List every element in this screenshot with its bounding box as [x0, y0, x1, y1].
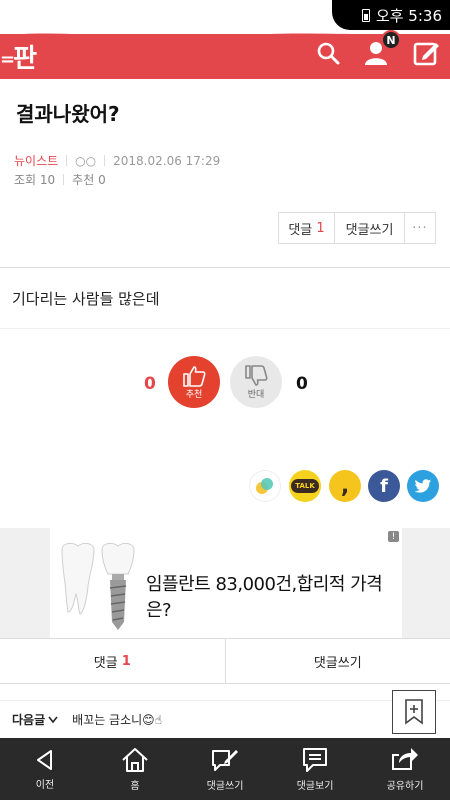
nav-view-comments-label: 댓글보기 [296, 780, 334, 792]
comments-tab[interactable]: 댓글 1 [0, 639, 226, 683]
notification-badge: N [381, 30, 401, 50]
downvote-count: 0 [296, 374, 308, 394]
downvote-button[interactable]: 반대 [230, 356, 282, 408]
back-icon [37, 749, 52, 770]
compose-icon[interactable] [411, 38, 441, 68]
divider [66, 155, 68, 166]
post-nickname: ○○ [75, 153, 97, 168]
bookmark-add-icon [405, 699, 423, 725]
comments-button-label: 댓글 [288, 222, 313, 238]
thumbs-down-icon [245, 364, 268, 386]
post-title: 결과나왔어? [16, 102, 120, 126]
kakaotalk-label: TALK [291, 479, 319, 493]
post-stats: 조회 10 추천 0 [14, 171, 106, 188]
upvote-button[interactable]: 추천 [168, 356, 220, 408]
downvote-label: 반대 [247, 389, 265, 400]
ad-headline: 임플란트 83,000건,합리적 가격은? [146, 574, 383, 621]
comments-button[interactable]: 댓글 1 [279, 213, 335, 243]
chevron-down-icon [48, 716, 58, 723]
nav-write-comment-label: 댓글쓰기 [206, 780, 244, 792]
nav-view-comments[interactable]: 댓글보기 [270, 738, 360, 800]
next-post-title: 배꼬는 금소니😊☝ [72, 713, 162, 727]
nav-home-label: 홈 [130, 780, 140, 792]
comments-tab-label: 댓글 [93, 655, 118, 671]
next-post-label: 다음글 [12, 713, 46, 727]
app-logo[interactable]: =판 [0, 38, 37, 75]
facebook-icon[interactable]: f [368, 470, 400, 502]
dental-implant-icon [61, 542, 135, 630]
post-datetime: 2018.02.06 17:29 [113, 153, 221, 168]
nav-share-label: 공유하기 [386, 780, 424, 792]
comment-bar: 댓글 1 댓글쓰기 [0, 638, 450, 684]
nav-write-comment[interactable]: 댓글쓰기 [180, 738, 270, 800]
post-meta: 뉴이스트 ○○ 2018.02.06 17:29 [14, 152, 220, 169]
write-comment-tab[interactable]: 댓글쓰기 [226, 639, 450, 683]
bottom-nav: 이전 홈 댓글쓰기 댓글보기 공유하기 [0, 738, 450, 800]
share-icon [392, 747, 418, 770]
next-post-row[interactable]: 다음글 배꼬는 금소니😊☝ [0, 700, 450, 738]
thumbs-up-icon [183, 365, 206, 387]
view-comments-icon [303, 747, 327, 772]
logo-text: 판 [13, 44, 37, 74]
kakaopage-icon[interactable]: , [329, 470, 361, 502]
nav-back-label: 이전 [35, 779, 55, 791]
post-body: 기다리는 사람들 많은데 [12, 290, 160, 308]
divider [0, 328, 450, 329]
comments-count: 1 [316, 220, 325, 236]
kakaostory-icon[interactable] [249, 470, 281, 502]
divider [63, 174, 65, 185]
comments-tab-count: 1 [121, 653, 131, 669]
more-button[interactable]: ··· [405, 213, 435, 243]
recommend-count: 추천 0 [72, 173, 106, 187]
write-comment-button[interactable]: 댓글쓰기 [335, 213, 405, 243]
kakaotalk-icon[interactable]: TALK [289, 470, 321, 502]
ad-banner[interactable]: 임플란트 83,000건,합리적 가격은? ! [50, 528, 402, 638]
search-icon[interactable] [313, 38, 343, 68]
profile-icon[interactable]: N [361, 30, 401, 68]
nav-home[interactable]: 홈 [90, 738, 180, 800]
divider [104, 155, 106, 166]
ad-zone: 임플란트 83,000건,합리적 가격은? ! [0, 528, 450, 638]
bookmark-button[interactable] [392, 690, 436, 734]
nav-share[interactable]: 공유하기 [360, 738, 450, 800]
upvote-count: 0 [144, 374, 156, 394]
divider [0, 267, 450, 268]
ad-info-icon[interactable]: ! [388, 531, 399, 542]
post-author[interactable]: 뉴이스트 [14, 152, 58, 169]
post-actions: 댓글 1 댓글쓰기 ··· [278, 212, 436, 244]
nav-back[interactable]: 이전 [0, 738, 90, 800]
view-count: 조회 10 [14, 173, 56, 187]
home-icon [122, 747, 148, 772]
battery-icon [361, 8, 370, 22]
twitter-icon[interactable] [407, 470, 439, 502]
upvote-label: 추천 [185, 389, 203, 400]
write-comment-icon [212, 749, 238, 771]
